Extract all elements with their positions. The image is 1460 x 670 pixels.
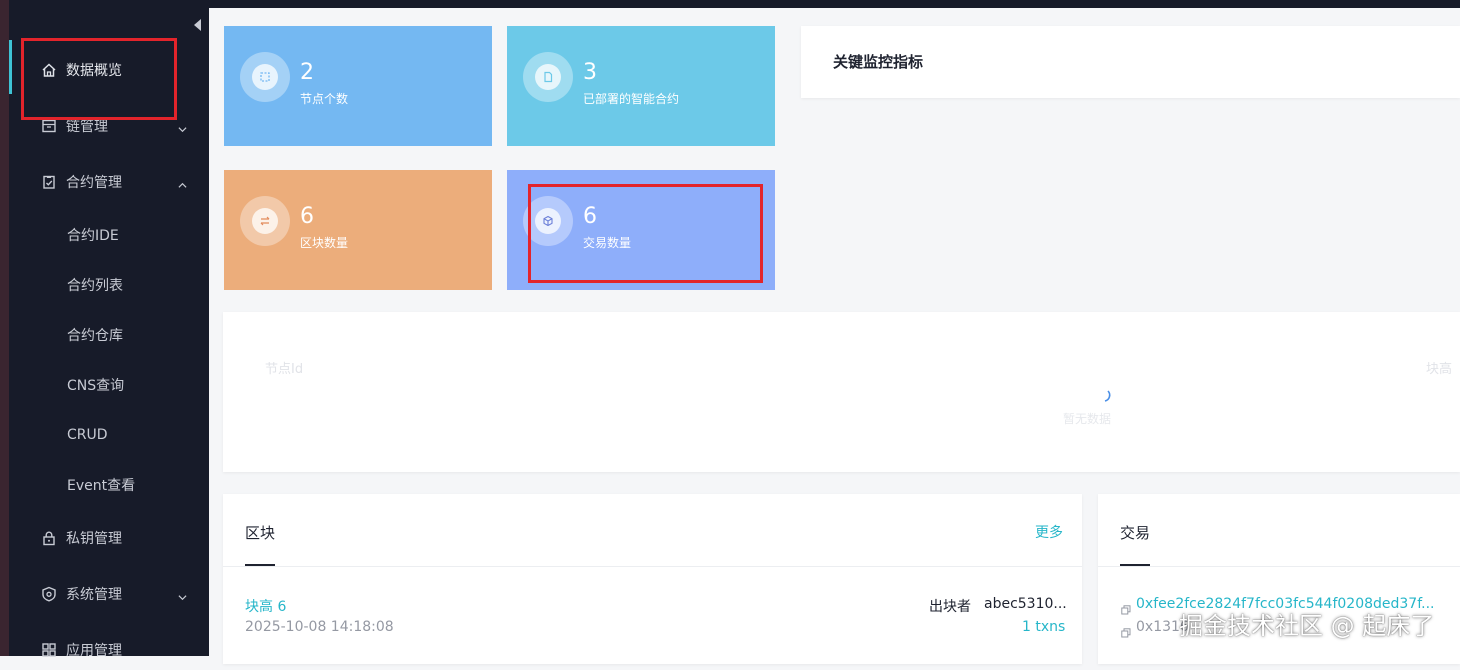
sidebar-subitem-contract-ide[interactable]: 合约IDE: [9, 217, 209, 253]
blocks-more-link[interactable]: 更多: [1035, 522, 1063, 542]
sidebar-item-private-key[interactable]: 私钥管理: [9, 518, 209, 558]
divider: [1098, 566, 1460, 567]
shield-icon: [41, 586, 57, 602]
contract-icon: [41, 174, 57, 190]
sidebar-item-label: 链管理: [66, 119, 108, 135]
sidebar-item-label: 合约管理: [66, 175, 122, 191]
stat-card-contracts[interactable]: 3 已部署的智能合约: [507, 26, 775, 146]
sidebar-subitem-event[interactable]: Event查看: [9, 467, 209, 503]
stat-icon-circle: [523, 52, 573, 102]
stat-label: 交易数量: [583, 236, 632, 250]
stat-card-blocks[interactable]: 6 区块数量: [224, 170, 492, 290]
divider: [223, 566, 1082, 567]
copy-icon[interactable]: [1121, 623, 1131, 638]
stat-label: 已部署的智能合约: [583, 92, 680, 106]
sidebar-item-contract[interactable]: 合约管理: [9, 162, 209, 202]
collapse-sidebar-icon[interactable]: [194, 19, 201, 31]
stat-icon-circle: [240, 196, 290, 246]
sidebar-item-label: 系统管理: [66, 587, 122, 603]
sidebar-item-overview[interactable]: 数据概览: [9, 50, 209, 90]
block-producer-value: abec5310...: [984, 596, 1067, 612]
stat-value: 2: [300, 60, 314, 85]
window-edge: [0, 0, 9, 656]
block-producer-label: 出块者: [929, 599, 971, 615]
monitor-panel: 关键监控指标: [801, 26, 1460, 98]
watermark: 掘金技术社区 @ 起床了: [1179, 612, 1435, 640]
subitem-label: 合约列表: [67, 278, 123, 294]
column-header-node-id: 节点Id: [265, 362, 304, 377]
sidebar-item-label: 数据概览: [66, 63, 122, 79]
stat-value: 6: [300, 204, 314, 229]
subitem-label: 合约IDE: [67, 228, 119, 244]
stat-label: 节点个数: [300, 92, 349, 106]
block-time: 2025-10-08 14:18:08: [245, 619, 394, 635]
lock-icon: [41, 530, 57, 546]
transactions-title: 交易: [1120, 524, 1151, 542]
block-height-link[interactable]: 块高 6: [245, 596, 286, 616]
monitor-title: 关键监控指标: [833, 53, 924, 71]
block-txns-link[interactable]: 1 txns: [1022, 619, 1065, 635]
sidebar-subitem-contract-list[interactable]: 合约列表: [9, 267, 209, 303]
document-icon: [542, 68, 554, 87]
top-bar: [209, 0, 1460, 8]
node-icon: [259, 68, 271, 87]
stat-icon-circle: [523, 196, 573, 246]
sidebar: 数据概览 链管理 合约管理 合约IDE 合约列表 合约仓库 CNS查询 CRUD…: [9, 0, 209, 659]
sidebar-item-chain[interactable]: 链管理: [9, 106, 209, 146]
node-table-panel: 节点Id 块高 暂无数据: [223, 312, 1460, 472]
chevron-down-icon: [178, 122, 187, 132]
sidebar-subitem-crud[interactable]: CRUD: [9, 417, 209, 453]
loading-spinner-icon: [1099, 388, 1113, 402]
sidebar-item-label: 应用管理: [66, 643, 122, 659]
blocks-panel: 区块 更多 块高 6 2025-10-08 14:18:08 出块者 abec5…: [223, 494, 1082, 664]
stat-card-transactions[interactable]: 6 交易数量: [507, 170, 775, 290]
sidebar-subitem-contract-repo[interactable]: 合约仓库: [9, 317, 209, 353]
subitem-label: Event查看: [67, 478, 136, 494]
subitem-label: CRUD: [67, 427, 108, 443]
stat-value: 6: [583, 204, 597, 229]
subitem-label: CNS查询: [67, 378, 125, 394]
stat-label: 区块数量: [300, 236, 349, 250]
chevron-down-icon: [178, 590, 187, 600]
copy-icon[interactable]: [1121, 600, 1131, 615]
chain-icon: [41, 118, 57, 134]
blocks-title: 区块: [245, 524, 276, 542]
cube-icon: [542, 212, 554, 231]
loading-text: 暂无数据: [1063, 412, 1112, 426]
chevron-up-icon: [178, 178, 187, 188]
subitem-label: 合约仓库: [67, 328, 123, 344]
sidebar-item-apps[interactable]: 应用管理: [9, 630, 209, 670]
sidebar-item-system[interactable]: 系统管理: [9, 574, 209, 614]
sidebar-item-label: 私钥管理: [66, 531, 122, 547]
stat-icon-circle: [240, 52, 290, 102]
sidebar-subitem-cns-query[interactable]: CNS查询: [9, 367, 209, 403]
main-content: 2 节点个数 3 已部署的智能合约 6 区块数量 6 交易数量 关键监控指标 节…: [209, 8, 1460, 664]
stat-value: 3: [583, 60, 597, 85]
stat-card-nodes[interactable]: 2 节点个数: [224, 26, 492, 146]
transfer-icon: [259, 212, 271, 231]
column-header-block-height: 块高: [1426, 362, 1453, 377]
home-icon: [41, 62, 57, 78]
